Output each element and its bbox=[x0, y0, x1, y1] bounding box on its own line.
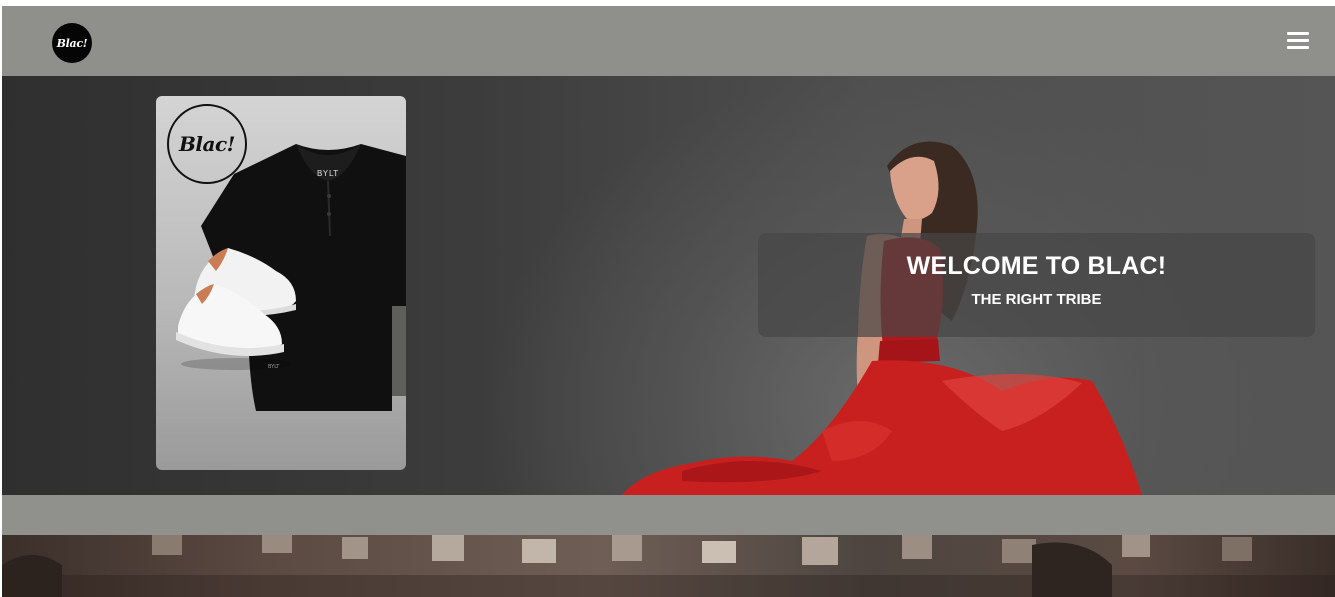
product-card[interactable]: BYLT BYLT Blac! bbox=[156, 96, 406, 470]
hero-title: WELCOME TO BLAC! bbox=[906, 252, 1167, 280]
menu-bar bbox=[1287, 46, 1309, 49]
page: Blac! BYLT BYLT bbox=[2, 6, 1335, 597]
hero-subtitle: THE RIGHT TRIBE bbox=[971, 291, 1102, 308]
welcome-overlay: WELCOME TO BLAC! THE RIGHT TRIBE bbox=[758, 233, 1315, 337]
svg-text:BYLT: BYLT bbox=[317, 169, 339, 178]
card-badge-text: Blac! bbox=[179, 132, 235, 156]
street-background-image bbox=[2, 535, 1335, 597]
navbar: Blac! bbox=[2, 6, 1335, 76]
hero-banner: BYLT BYLT Blac! bbox=[2, 76, 1335, 495]
hamburger-menu-icon[interactable] bbox=[1287, 31, 1309, 51]
street-scene bbox=[2, 535, 1335, 597]
menu-bar bbox=[1287, 32, 1309, 35]
section-divider bbox=[2, 495, 1335, 535]
brand-logo-text: Blac! bbox=[56, 36, 88, 50]
menu-bar bbox=[1287, 39, 1309, 42]
card-logo-badge: Blac! bbox=[167, 104, 247, 184]
brand-logo[interactable]: Blac! bbox=[52, 23, 92, 63]
